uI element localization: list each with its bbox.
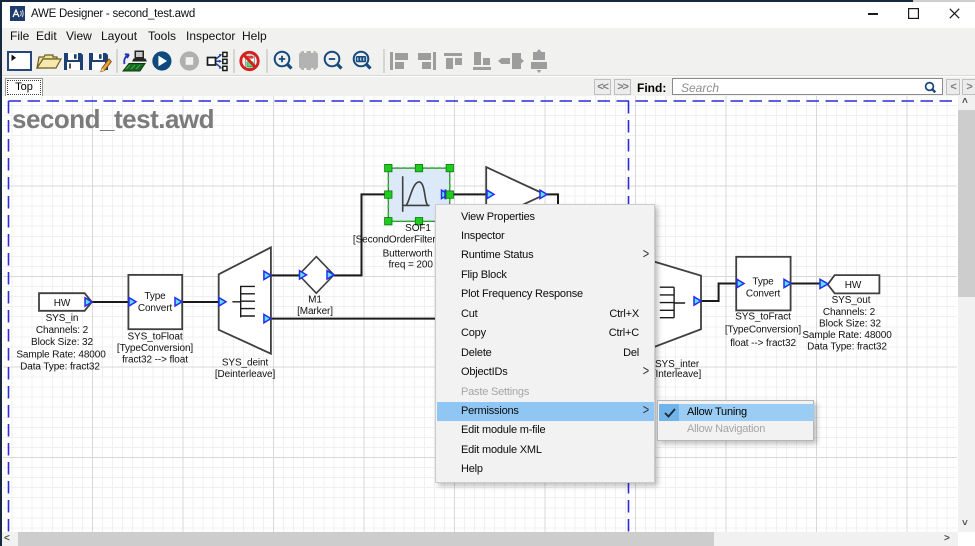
svg-text:[TypeConversion]: [TypeConversion]	[117, 343, 194, 354]
svg-text:Sample Rate: 48000: Sample Rate: 48000	[802, 330, 892, 341]
svg-text:Type: Type	[144, 291, 166, 302]
svg-text:Block Size: 32: Block Size: 32	[819, 318, 882, 329]
svg-text:Convert: Convert	[138, 303, 173, 314]
svg-text:M1: M1	[308, 295, 322, 306]
svg-text:[Interleave]: [Interleave]	[653, 369, 702, 380]
svg-text:Block Size: 32: Block Size: 32	[31, 337, 94, 348]
svg-text:SYS_out: SYS_out	[832, 295, 871, 306]
svg-text:Data Type: fract32: Data Type: fract32	[807, 341, 887, 352]
svg-text:[Deinterleave]: [Deinterleave]	[215, 369, 276, 380]
svg-text:fract32 --> float: fract32 --> float	[122, 354, 188, 365]
svg-text:HW: HW	[54, 298, 71, 309]
svg-text:HW: HW	[845, 280, 862, 291]
svg-text:SOF1: SOF1	[405, 223, 431, 234]
svg-text:[Marker]: [Marker]	[297, 306, 333, 317]
svg-text:SYS_toFract: SYS_toFract	[735, 312, 791, 323]
svg-text:Channels: 2: Channels: 2	[36, 325, 89, 336]
svg-text:[TypeConversion]: [TypeConversion]	[725, 325, 802, 336]
svg-text:SYS_in: SYS_in	[46, 313, 79, 324]
svg-text:Convert: Convert	[746, 289, 781, 300]
svg-text:SYS_deint: SYS_deint	[222, 358, 269, 369]
svg-text:Type: Type	[752, 277, 774, 288]
svg-text:SYS_toFloat: SYS_toFloat	[127, 331, 182, 342]
svg-text:float --> fract32: float --> fract32	[730, 338, 796, 349]
svg-text:Sample Rate: 48000: Sample Rate: 48000	[16, 350, 106, 361]
svg-text:Data Type: fract32: Data Type: fract32	[20, 362, 100, 373]
svg-text:Channels: 2: Channels: 2	[823, 307, 876, 318]
